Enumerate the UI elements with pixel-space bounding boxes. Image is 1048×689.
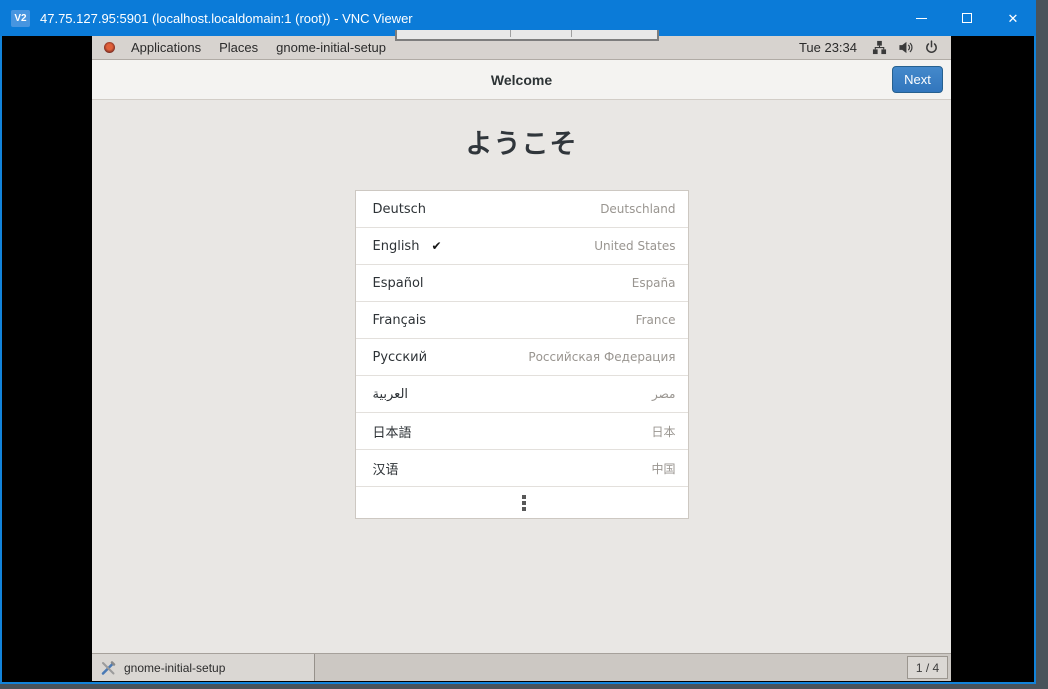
language-name: Español — [373, 276, 424, 291]
language-region: 中国 — [651, 460, 675, 477]
language-name: Русский — [373, 350, 428, 365]
language-row-chinese[interactable]: 汉语 中国 — [356, 450, 688, 487]
vnc-app-icon: V2 — [11, 10, 30, 27]
network-wired-icon[interactable] — [872, 40, 887, 55]
language-name-group: English ✔ — [373, 239, 442, 254]
setup-header-bar: Welcome Next — [92, 60, 951, 100]
minimize-button[interactable] — [898, 0, 944, 36]
minimize-icon — [916, 18, 927, 19]
vnc-client-area: Applications Places gnome-initial-setup … — [2, 36, 1034, 682]
applications-menu[interactable]: Applications — [122, 40, 210, 55]
vertical-ellipsis-icon — [522, 495, 526, 499]
language-row-japanese[interactable]: 日本語 日本 — [356, 413, 688, 450]
distro-icon — [104, 42, 115, 53]
language-list: Deutsch Deutschland English ✔ United Sta… — [355, 190, 689, 519]
language-region: مصر — [652, 387, 675, 401]
places-menu[interactable]: Places — [210, 40, 267, 55]
language-name: Deutsch — [373, 202, 427, 217]
welcome-heading: ようこそ — [92, 100, 951, 161]
language-name: العربية — [373, 387, 409, 402]
page-title: Welcome — [491, 72, 552, 88]
language-region: France — [636, 313, 676, 327]
language-name: English — [373, 239, 420, 254]
language-region: 日本 — [651, 423, 675, 440]
window-title: 47.75.127.95:5901 (localhost.localdomain… — [40, 11, 413, 26]
maximize-icon — [962, 13, 972, 23]
maximize-button[interactable] — [944, 0, 990, 36]
tools-icon — [100, 660, 116, 676]
clock[interactable]: Tue 23:34 — [799, 40, 861, 55]
close-icon: ✕ — [1008, 12, 1019, 25]
topbar-status-area: Tue 23:34 — [799, 40, 939, 55]
taskbar-item-label: gnome-initial-setup — [124, 661, 225, 675]
vnc-toolbar-tab[interactable] — [395, 30, 659, 41]
language-name: Français — [373, 313, 427, 328]
language-row-deutsch[interactable]: Deutsch Deutschland — [356, 191, 688, 228]
language-name: 汉语 — [373, 459, 399, 478]
more-languages-button[interactable] — [356, 487, 688, 518]
language-row-english[interactable]: English ✔ United States — [356, 228, 688, 265]
remote-desktop: Applications Places gnome-initial-setup … — [92, 36, 951, 681]
window-controls: ✕ — [898, 0, 1036, 36]
volume-icon[interactable] — [898, 40, 913, 55]
window-list-taskbar: gnome-initial-setup 1 / 4 — [92, 653, 951, 681]
language-region: España — [632, 276, 676, 290]
setup-content: ようこそ Deutsch Deutschland English ✔ Unite… — [92, 100, 951, 653]
next-button[interactable]: Next — [892, 66, 943, 93]
language-row-russian[interactable]: Русский Российская Федерация — [356, 339, 688, 376]
close-button[interactable]: ✕ — [990, 0, 1036, 36]
language-row-francais[interactable]: Français France — [356, 302, 688, 339]
language-row-espanol[interactable]: Español España — [356, 265, 688, 302]
language-name: 日本語 — [373, 422, 412, 441]
language-region: United States — [594, 239, 675, 253]
taskbar-item-gnome-initial-setup[interactable]: gnome-initial-setup — [92, 654, 315, 681]
selected-check-icon: ✔ — [431, 239, 441, 253]
vnc-viewer-window: V2 47.75.127.95:5901 (localhost.localdom… — [0, 0, 1036, 684]
language-row-arabic[interactable]: العربية مصر — [356, 376, 688, 413]
appmenu-gnome-initial-setup[interactable]: gnome-initial-setup — [267, 40, 395, 55]
workspace-pager[interactable]: 1 / 4 — [907, 656, 948, 679]
language-region: Deutschland — [600, 202, 675, 216]
power-icon[interactable] — [924, 40, 939, 55]
language-region: Российская Федерация — [528, 350, 675, 364]
